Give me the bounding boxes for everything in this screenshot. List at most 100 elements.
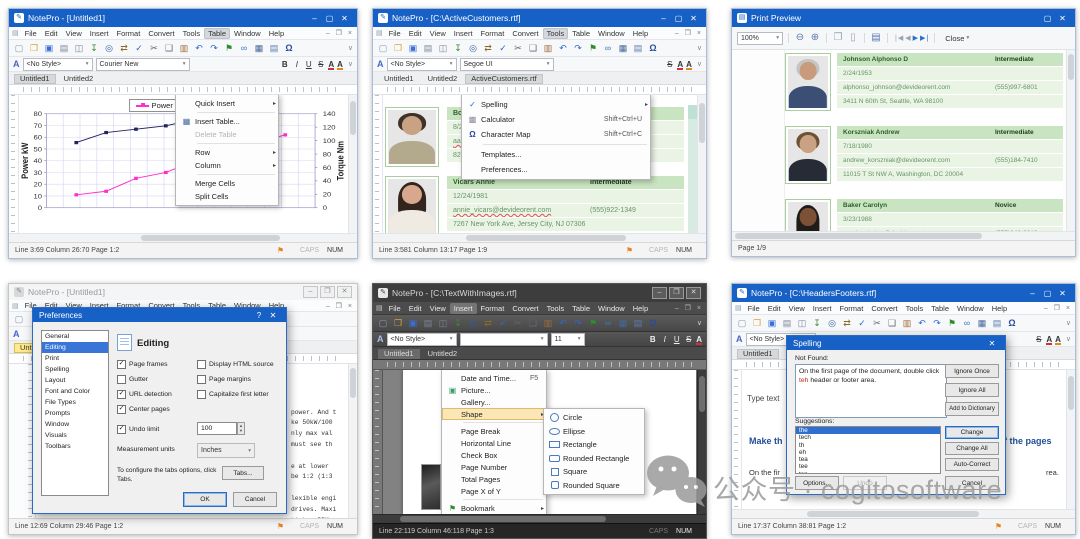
minimize-button[interactable]: –: [303, 286, 318, 298]
new-icon[interactable]: [377, 42, 389, 54]
preferences-nav-item[interactable]: Prompts: [42, 408, 108, 419]
suggestion-item[interactable]: eh: [796, 449, 940, 456]
save-icon[interactable]: [43, 42, 55, 54]
horizontal-scrollbar[interactable]: [9, 233, 357, 242]
strikethrough-button[interactable]: S: [1034, 335, 1043, 344]
new-icon[interactable]: [13, 42, 25, 54]
menu-item[interactable]: Convert: [508, 303, 542, 314]
option-checkbox[interactable]: Page margins: [197, 375, 274, 384]
change-all-button[interactable]: Change All: [945, 442, 999, 455]
undo-limit-stepper[interactable]: ▲▼: [237, 422, 245, 435]
vertical-scrollbar[interactable]: [1066, 370, 1075, 509]
dialog-cancel-button[interactable]: Cancel: [945, 476, 999, 490]
menu-option[interactable]: [197, 112, 275, 113]
menu-item[interactable]: Tools: [543, 28, 569, 39]
vertical-ruler[interactable]: [732, 370, 742, 509]
cut-icon[interactable]: [512, 42, 524, 54]
open-icon[interactable]: [392, 42, 404, 54]
vertical-ruler[interactable]: [373, 370, 383, 514]
checkbox[interactable]: [117, 360, 126, 369]
printer-icon[interactable]: [268, 42, 280, 54]
font-combo[interactable]: Courier New▾: [96, 58, 190, 71]
vertical-ruler[interactable]: [9, 95, 19, 233]
document-tab[interactable]: Untitled2: [422, 74, 464, 84]
menu-item[interactable]: Edit: [405, 303, 426, 314]
preview-icon[interactable]: [437, 42, 449, 54]
ok-button[interactable]: OK: [183, 492, 227, 507]
table-select-column[interactable]: [688, 105, 697, 233]
option-checkbox[interactable]: Center pages: [117, 405, 172, 414]
menu-option[interactable]: Rounded Rectangle: [544, 452, 644, 466]
menu-item[interactable]: Table: [568, 303, 594, 314]
menu-option[interactable]: Spelling: [462, 97, 650, 112]
menu-option[interactable]: Split Cells: [176, 190, 278, 203]
menu-option[interactable]: Delete Table: [176, 128, 278, 141]
omega-icon[interactable]: [647, 42, 659, 54]
next-page-button[interactable]: ▶: [913, 34, 917, 42]
export-icon[interactable]: [452, 317, 464, 329]
help-button[interactable]: ?: [252, 311, 266, 320]
spell-icon[interactable]: [856, 317, 868, 329]
menu-option[interactable]: Preferences...: [462, 162, 650, 177]
menu-item[interactable]: Edit: [41, 28, 62, 39]
replace-icon[interactable]: [118, 42, 130, 54]
menu-item[interactable]: Format: [836, 303, 868, 314]
style-combo[interactable]: <No Style>▾: [387, 333, 457, 346]
minimize-button[interactable]: –: [307, 14, 322, 23]
menu-item[interactable]: View: [785, 303, 809, 314]
zoom-out-icon[interactable]: ⊖: [794, 32, 806, 44]
bookmark-icon[interactable]: [223, 42, 235, 54]
minimize-button[interactable]: –: [1025, 289, 1040, 298]
document-area[interactable]: Power kWTorque Nm 0102030405060708002040…: [9, 95, 357, 233]
menu-item[interactable]: View: [426, 303, 450, 314]
menu-item[interactable]: Window: [594, 28, 629, 39]
toolbar-overflow-icon[interactable]: ∨: [697, 319, 702, 327]
mdi-window-buttons[interactable]: – ❐ ×: [675, 29, 703, 37]
document-area[interactable]: Borrmann Aaron Lewis 8/20/1976 aaron_bor…: [373, 95, 706, 233]
menu-item[interactable]: Insert: [86, 28, 113, 39]
open-icon[interactable]: [751, 317, 763, 329]
print-icon[interactable]: [781, 317, 793, 329]
close-icon[interactable]: ✕: [985, 339, 999, 348]
preferences-nav-item[interactable]: Visuals: [42, 430, 108, 441]
menu-item[interactable]: Convert: [867, 303, 901, 314]
dialog-title-bar[interactable]: Spelling ✕: [787, 336, 1005, 350]
close-button[interactable]: ✕: [337, 14, 352, 23]
undo-icon[interactable]: [557, 42, 569, 54]
font-color-button[interactable]: A: [696, 335, 702, 344]
menu-item[interactable]: Table: [204, 28, 230, 39]
undo-limit-input[interactable]: 100: [197, 422, 237, 435]
format-overflow-icon[interactable]: ∨: [1066, 335, 1071, 343]
horizontal-scrollbar[interactable]: [373, 514, 706, 523]
close-button[interactable]: ✕: [686, 14, 701, 23]
paste-icon[interactable]: [178, 42, 190, 54]
menu-item[interactable]: Help: [265, 28, 288, 39]
menu-option[interactable]: [483, 144, 647, 145]
undo-icon[interactable]: [916, 317, 928, 329]
bold-button[interactable]: B: [648, 335, 657, 344]
horizontal-ruler[interactable]: [373, 85, 706, 95]
menu-option[interactable]: Row: [176, 146, 278, 159]
toolbar-overflow-icon[interactable]: ∨: [1066, 319, 1071, 327]
font-color-button[interactable]: A: [677, 60, 683, 69]
menu-item[interactable]: Window: [594, 303, 629, 314]
menu-option[interactable]: Square: [544, 465, 644, 479]
menu-item[interactable]: Help: [629, 28, 652, 39]
checkbox[interactable]: [117, 375, 126, 384]
menu-option[interactable]: Check Box: [442, 449, 546, 461]
preferences-nav-item[interactable]: Spelling: [42, 364, 108, 375]
mdi-window-buttons[interactable]: – ❐ ×: [1044, 304, 1072, 312]
printer-icon[interactable]: [632, 317, 644, 329]
horizontal-scrollbar[interactable]: [373, 233, 706, 242]
new-icon[interactable]: [377, 317, 389, 329]
save-icon[interactable]: [407, 42, 419, 54]
customer-email[interactable]: annie_vicars@devideorent.com: [453, 204, 551, 217]
cut-icon[interactable]: [871, 317, 883, 329]
document-tab[interactable]: ActiveCustomers.rtf: [465, 74, 542, 84]
menu-item[interactable]: Format: [477, 303, 509, 314]
maximize-button[interactable]: ▢: [1040, 289, 1055, 298]
spell-icon[interactable]: [497, 42, 509, 54]
vertical-scrollbar[interactable]: [697, 95, 706, 233]
checkbox[interactable]: [197, 360, 206, 369]
printer-icon[interactable]: [991, 317, 1003, 329]
